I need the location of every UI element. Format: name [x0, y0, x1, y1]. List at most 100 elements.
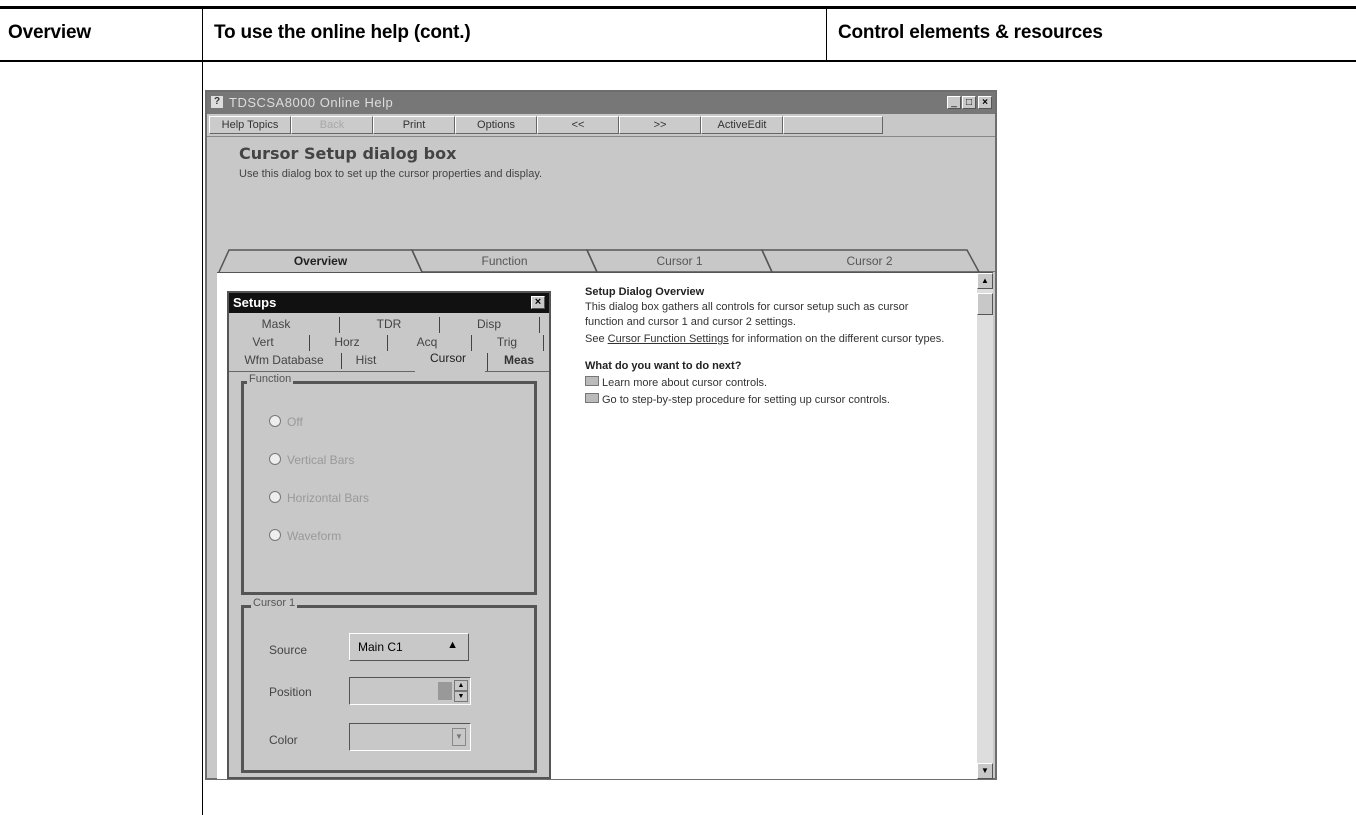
tab-baseline — [485, 371, 549, 372]
help-body: This dialog box gathers all controls for… — [585, 301, 909, 328]
window-title: TDSCSA8000 Online Help — [229, 95, 394, 110]
tab-cursor-2[interactable]: Cursor 2 — [772, 250, 967, 272]
help-heading: Setup Dialog Overview — [585, 286, 705, 298]
group-bottom-edge — [241, 777, 537, 779]
next-item-learn-label: Learn more about cursor controls. — [602, 377, 768, 389]
tab-function[interactable]: Function — [422, 250, 587, 272]
browse-back-button[interactable]: << — [537, 116, 619, 134]
radio-off[interactable]: Off — [269, 415, 303, 429]
setups-tab-horz[interactable]: Horz — [315, 333, 379, 352]
radio-vertical-bars-label: Vertical Bars — [287, 453, 355, 467]
setups-close-icon[interactable]: × — [531, 296, 545, 309]
color-dropdown[interactable]: ▼ — [349, 723, 471, 751]
color-label: Color — [269, 733, 298, 747]
header-section-resources: Control elements & resources — [838, 22, 1103, 43]
print-button[interactable]: Print — [373, 116, 455, 134]
setups-tab-hist[interactable]: Hist — [345, 351, 387, 370]
position-field[interactable]: ▲ ▼ — [349, 677, 471, 705]
next-item-procedure-label: Go to step-by-step procedure for setting… — [602, 394, 890, 406]
radio-horizontal-bars[interactable]: Horizontal Bars — [269, 491, 369, 505]
help-see-line: See Cursor Function Settings for informa… — [585, 332, 945, 347]
source-value: Main C1 — [358, 640, 403, 654]
back-button[interactable]: Back — [291, 116, 373, 134]
minimize-icon[interactable]: _ — [947, 96, 961, 109]
radio-waveform-label: Waveform — [287, 529, 342, 543]
setups-tab-meas[interactable]: Meas — [489, 351, 549, 370]
source-label: Source — [269, 643, 308, 657]
help-see-prefix: See — [585, 333, 608, 345]
radio-dot-icon — [269, 453, 281, 465]
header-section-overview: Overview — [8, 22, 91, 43]
page-header: Overview To use the online help (cont.) … — [0, 0, 1356, 62]
header-top-rule — [0, 6, 1356, 9]
chevron-down-icon[interactable]: ▼ — [452, 728, 466, 746]
spin-down-icon[interactable]: ▼ — [454, 691, 468, 702]
next-item-learn[interactable]: Learn more about cursor controls. — [585, 376, 945, 391]
next-heading: What do you want to do next? — [585, 360, 742, 372]
tab-divider — [539, 317, 540, 333]
help-content-pane: Setups × Mask TDR Disp Vert Horz Acq Tri… — [217, 272, 993, 779]
tab-divider — [309, 335, 310, 351]
window-titlebar: ? TDSCSA8000 Online Help _ □ × — [207, 92, 995, 114]
setups-tab-trig[interactable]: Trig — [477, 333, 537, 352]
browse-forward-button[interactable]: >> — [619, 116, 701, 134]
help-topics-button[interactable]: Help Topics — [209, 116, 291, 134]
tab-cursor-1[interactable]: Cursor 1 — [597, 250, 762, 272]
tab-baseline — [229, 371, 415, 372]
setups-dialog: Setups × Mask TDR Disp Vert Horz Acq Tri… — [227, 291, 551, 779]
header-bottom-rule — [0, 60, 1356, 62]
scroll-up-icon[interactable]: ▲ — [977, 273, 993, 289]
radio-dot-icon — [269, 529, 281, 541]
setups-tab-tdr[interactable]: TDR — [349, 315, 429, 334]
radio-off-label: Off — [287, 415, 303, 429]
topic-tabs: Overview Function Cursor 1 Cursor 2 — [207, 242, 995, 272]
setups-tab-disp[interactable]: Disp — [449, 315, 529, 334]
scroll-down-icon[interactable]: ▼ — [977, 763, 993, 779]
tab-divider — [543, 335, 544, 351]
source-dropdown[interactable]: Main C1 ▲ — [349, 633, 469, 661]
tab-divider — [439, 317, 440, 333]
jump-button-icon[interactable] — [585, 376, 599, 386]
header-section-title: To use the online help (cont.) — [214, 22, 471, 43]
tab-divider — [339, 317, 340, 333]
setups-tab-wfm-database[interactable]: Wfm Database — [229, 351, 339, 370]
help-text: Setup Dialog Overview This dialog box ga… — [585, 285, 945, 408]
triangle-up-icon: ▲ — [447, 639, 458, 651]
setups-tab-mask[interactable]: Mask — [243, 315, 309, 334]
function-group-label: Function — [247, 373, 294, 385]
header-separator — [826, 9, 827, 60]
radio-vertical-bars[interactable]: Vertical Bars — [269, 453, 354, 467]
help-app-icon: ? — [211, 96, 223, 108]
header-separator — [202, 9, 203, 60]
options-button[interactable]: Options — [455, 116, 537, 134]
tab-divider — [341, 353, 342, 369]
radio-horizontal-bars-label: Horizontal Bars — [287, 491, 370, 505]
position-label: Position — [269, 685, 312, 699]
jump-button-icon[interactable] — [585, 393, 599, 403]
tab-divider — [387, 335, 388, 351]
radio-dot-icon — [269, 415, 281, 427]
close-icon[interactable]: × — [978, 96, 992, 109]
help-window: ? TDSCSA8000 Online Help _ □ × Help Topi… — [205, 90, 997, 780]
help-toolbar: Help Topics Back Print Options << >> Act… — [207, 114, 995, 137]
radio-dot-icon — [269, 491, 281, 503]
setups-tab-vert[interactable]: Vert — [233, 333, 293, 352]
toolbar-spacer — [783, 116, 883, 134]
next-item-procedure[interactable]: Go to step-by-step procedure for setting… — [585, 393, 945, 408]
scroll-thumb[interactable] — [977, 293, 993, 315]
cursor-function-settings-link[interactable]: Cursor Function Settings — [608, 333, 729, 345]
vertical-scrollbar[interactable]: ▲ ▼ — [977, 273, 993, 779]
setups-tab-cursor[interactable]: Cursor — [417, 349, 479, 368]
setups-titlebar: Setups × — [229, 293, 549, 313]
topic-description: Use this dialog box to set up the cursor… — [239, 168, 543, 180]
setups-title: Setups — [233, 295, 277, 310]
radio-waveform[interactable]: Waveform — [269, 529, 341, 543]
active-edit-button[interactable]: ActiveEdit — [701, 116, 783, 134]
tab-overview[interactable]: Overview — [229, 250, 412, 272]
spin-up-icon[interactable]: ▲ — [454, 680, 468, 691]
function-group — [241, 381, 537, 595]
cursor1-group-label: Cursor 1 — [251, 597, 298, 609]
column-divider — [202, 62, 203, 815]
keypad-icon[interactable] — [438, 682, 452, 700]
maximize-icon[interactable]: □ — [962, 96, 976, 109]
